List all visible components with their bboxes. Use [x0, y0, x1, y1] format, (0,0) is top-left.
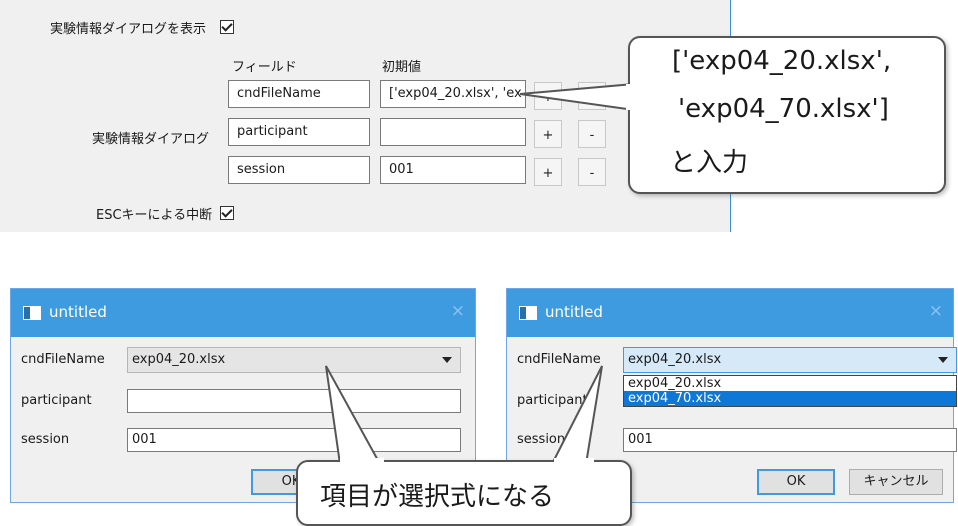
- combobox-value: exp04_20.xlsx: [132, 352, 226, 367]
- cndfilename-dropdown-list: exp04_20.xlsx exp04_70.xlsx: [623, 375, 957, 407]
- callout-joint: [626, 84, 632, 110]
- callout-pointers-bottom: [325, 365, 603, 465]
- callout-selection-text: 項目が選択式になる: [320, 482, 555, 512]
- combobox-value: exp04_20.xlsx: [628, 352, 722, 367]
- dropdown-option[interactable]: exp04_20.xlsx: [624, 376, 956, 391]
- initial-value-input-participant[interactable]: [380, 118, 526, 146]
- callout-selection-hint: 項目が選択式になる: [296, 460, 632, 526]
- field-column-header: フィールド: [232, 60, 297, 75]
- dialog-titlebar[interactable]: untitled ×: [11, 289, 475, 337]
- show-dialog-checkbox[interactable]: [220, 20, 234, 34]
- show-dialog-label: 実験情報ダイアログを表示: [50, 22, 207, 37]
- initial-value-input-session[interactable]: 001: [380, 156, 526, 184]
- callout-line-2: 'exp04_70.xlsx']: [678, 94, 889, 124]
- callout-joint: [340, 458, 384, 464]
- field-label-cndfilename: cndFileName: [21, 352, 105, 367]
- esc-abort-label: ESCキーによる中断: [96, 208, 213, 223]
- app-icon: [519, 306, 537, 320]
- field-name-input-cndfilename[interactable]: cndFileName: [228, 80, 370, 108]
- remove-row-button[interactable]: -: [578, 158, 606, 186]
- field-name-input-participant[interactable]: participant: [228, 118, 370, 146]
- callout-pointer-top: [520, 82, 635, 112]
- dialog-fields-label: 実験情報ダイアログ: [92, 132, 210, 147]
- initial-value-column-header: 初期値: [382, 60, 422, 75]
- field-label-session: session: [21, 432, 70, 447]
- callout-line-1: ['exp04_20.xlsx',: [672, 46, 892, 76]
- close-icon[interactable]: ×: [929, 301, 943, 321]
- remove-row-button[interactable]: -: [578, 120, 606, 148]
- cancel-button[interactable]: キャンセル: [849, 469, 943, 495]
- ok-button[interactable]: OK: [757, 469, 835, 495]
- session-input[interactable]: 001: [623, 428, 957, 452]
- close-icon[interactable]: ×: [451, 301, 465, 321]
- callout-input-hint: ['exp04_20.xlsx', 'exp04_70.xlsx'] と入力: [628, 36, 946, 194]
- chevron-down-icon[interactable]: [938, 357, 948, 363]
- add-row-button[interactable]: +: [534, 120, 562, 148]
- callout-joint: [554, 458, 594, 464]
- initial-value-input-cndfilename[interactable]: ['exp04_20.xlsx', 'ex: [380, 80, 526, 108]
- field-label-participant: participant: [21, 393, 92, 408]
- app-icon: [23, 306, 41, 320]
- field-name-input-session[interactable]: session: [228, 156, 370, 184]
- cndfilename-combobox[interactable]: exp04_20.xlsx: [623, 347, 957, 373]
- dialog-titlebar[interactable]: untitled ×: [507, 289, 953, 337]
- dialog-title: untitled: [49, 303, 107, 321]
- esc-abort-checkbox[interactable]: [220, 206, 234, 220]
- dropdown-option-selected[interactable]: exp04_70.xlsx: [624, 391, 956, 406]
- dialog-title: untitled: [545, 303, 603, 321]
- callout-line-3: と入力: [670, 148, 749, 178]
- add-row-button[interactable]: +: [534, 158, 562, 186]
